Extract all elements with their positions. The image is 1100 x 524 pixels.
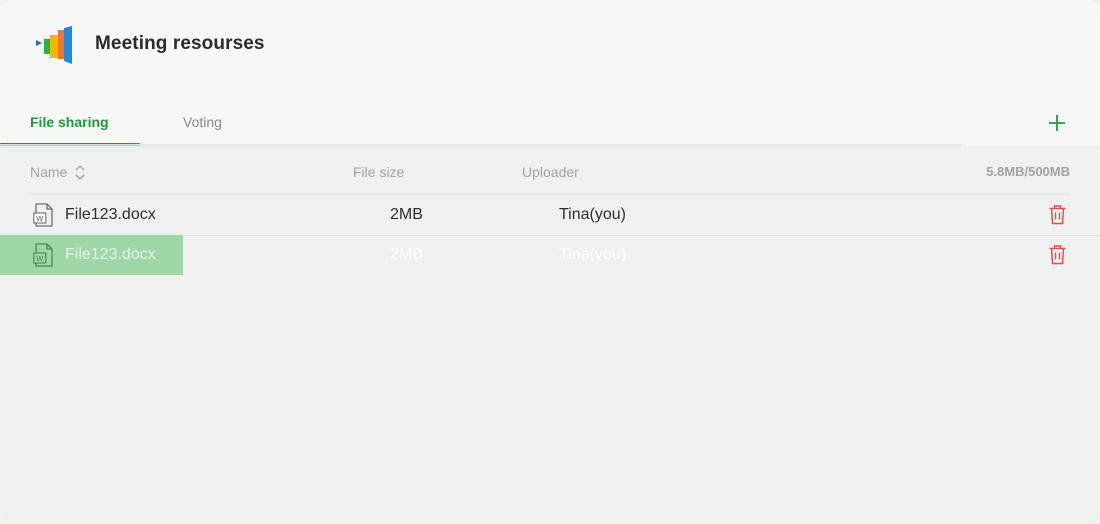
sort-icon[interactable] [74, 164, 86, 181]
column-header-uploader: Uploader [522, 164, 579, 180]
meeting-resources-window: Meeting resourses File sharing Voting Na… [0, 0, 1100, 524]
app-logo-icon [36, 26, 72, 64]
header: Meeting resourses File sharing Voting [0, 0, 1100, 145]
file-size: 2MB [390, 246, 423, 263]
column-header-name[interactable]: Name [30, 164, 67, 180]
word-document-icon: W [33, 243, 53, 267]
file-uploader: Tina(you) [559, 246, 626, 263]
add-file-button[interactable] [1046, 112, 1068, 134]
svg-text:W: W [36, 214, 44, 223]
trash-icon[interactable] [1047, 204, 1068, 225]
file-name: File123.docx [65, 206, 156, 223]
column-header-size: File size [353, 164, 405, 180]
file-name: File123.docx [65, 246, 156, 263]
trash-icon[interactable] [1047, 244, 1068, 265]
tabs-divider [0, 144, 962, 150]
page-title: Meeting resourses [95, 33, 265, 54]
file-uploader: Tina(you) [559, 206, 626, 223]
tab-voting[interactable]: Voting [183, 114, 222, 130]
table-row[interactable]: W File123.docx 2MB Tina(you) [0, 235, 1100, 275]
word-document-icon: W [33, 203, 53, 227]
svg-text:W: W [36, 254, 44, 263]
file-size: 2MB [390, 206, 423, 223]
storage-usage: 5.8MB/500MB [986, 164, 1070, 179]
table-row[interactable]: W File123.docx 2MB Tina(you) [0, 195, 1100, 235]
tab-file-sharing[interactable]: File sharing [30, 114, 109, 130]
